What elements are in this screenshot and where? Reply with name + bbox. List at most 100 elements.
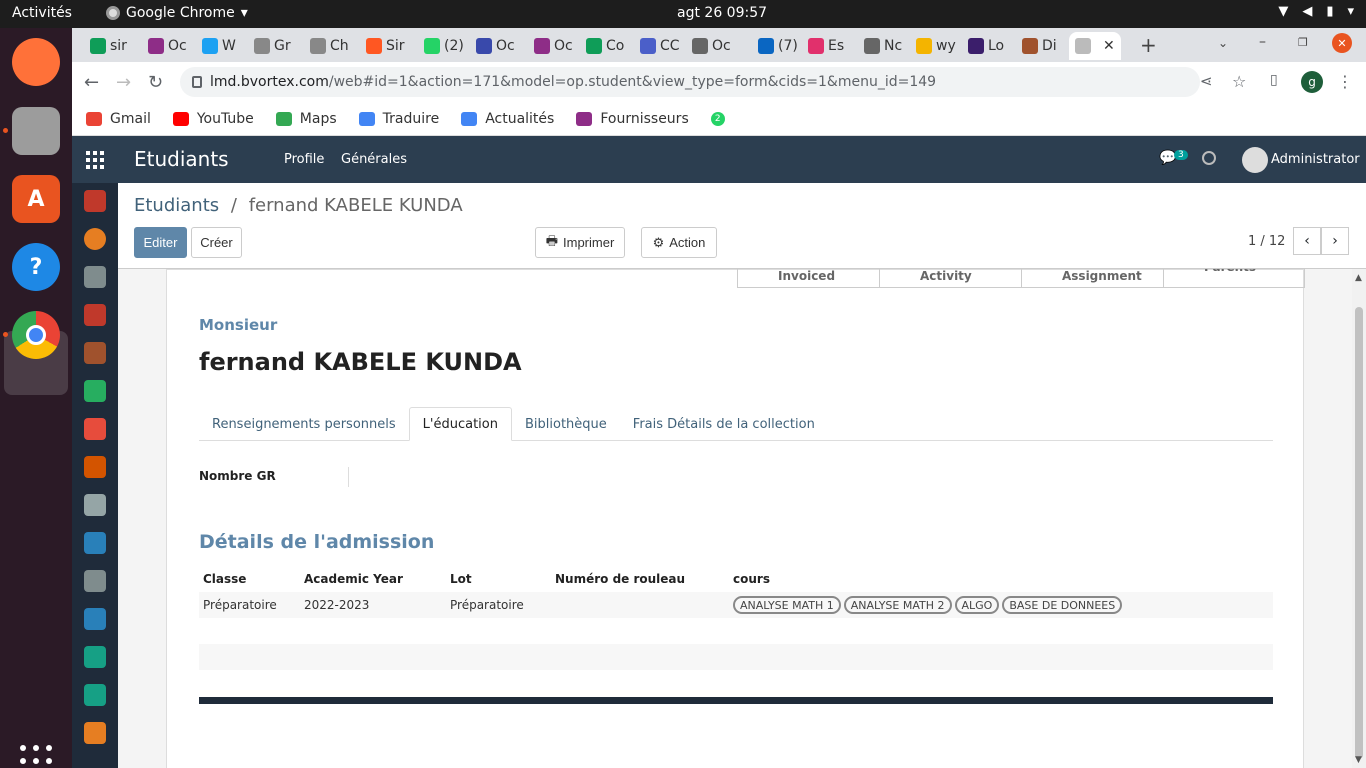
parents-app-icon[interactable] bbox=[84, 722, 106, 744]
course-tag[interactable]: ALGO bbox=[954, 596, 1000, 614]
team-app-icon[interactable] bbox=[84, 684, 106, 706]
browser-tab[interactable]: Sir bbox=[360, 32, 405, 60]
minimize-icon[interactable]: – bbox=[1259, 34, 1266, 50]
close-icon[interactable]: ✕ bbox=[1103, 38, 1115, 54]
window-close-icon[interactable]: ✕ bbox=[1332, 33, 1352, 53]
edit-button[interactable]: Editer bbox=[134, 227, 187, 258]
browser-tab[interactable]: CC bbox=[634, 32, 680, 60]
create-button[interactable]: Créer bbox=[191, 227, 242, 258]
activity-clock-icon[interactable] bbox=[1202, 151, 1216, 165]
chrome-icon[interactable] bbox=[12, 311, 60, 359]
browser-tab[interactable]: Oc bbox=[142, 32, 187, 60]
user-name[interactable]: Administrator bbox=[1271, 152, 1360, 167]
column-header-year[interactable]: Academic Year bbox=[304, 572, 450, 586]
browser-tab[interactable]: sir bbox=[84, 32, 127, 60]
profile-avatar[interactable]: g bbox=[1301, 71, 1323, 93]
menu-generales[interactable]: Générales bbox=[341, 152, 407, 167]
browser-tab[interactable]: W bbox=[196, 32, 236, 60]
bookmark-item[interactable]: Traduire bbox=[358, 111, 439, 127]
tab-library[interactable]: Bibliothèque bbox=[512, 407, 620, 441]
website-app-icon[interactable] bbox=[84, 228, 106, 250]
table-row[interactable]: Préparatoire 2022-2023 Préparatoire ANAL… bbox=[199, 592, 1273, 618]
calendar-app-icon[interactable] bbox=[84, 646, 106, 668]
system-clock[interactable]: agt 26 09:57 bbox=[677, 5, 767, 21]
side-panel-icon[interactable]: ▯ bbox=[1270, 72, 1278, 88]
document-app-icon[interactable] bbox=[84, 494, 106, 516]
address-bar[interactable]: lmd.bvortex.com/web#id=1&action=171&mode… bbox=[180, 67, 1200, 97]
hand-app-icon[interactable] bbox=[84, 532, 106, 554]
smart-button-activity[interactable]: Activity bbox=[879, 269, 1021, 288]
browser-tab[interactable]: Gr bbox=[248, 32, 291, 60]
smart-button-assignment[interactable]: Assignment bbox=[1021, 269, 1163, 288]
browser-tab[interactable]: Ch bbox=[304, 32, 349, 60]
browser-tab[interactable]: (7) bbox=[752, 32, 798, 60]
browser-tab[interactable]: wy bbox=[910, 32, 956, 60]
system-tray[interactable]: ▼ ◀ ▮ ▾ bbox=[1278, 4, 1354, 19]
course-tag[interactable]: ANALYSE MATH 1 bbox=[733, 596, 841, 614]
scroll-down-icon[interactable]: ▼ bbox=[1355, 755, 1362, 765]
bookmark-item[interactable]: YouTube bbox=[172, 111, 254, 127]
browser-tab[interactable]: Es bbox=[802, 32, 844, 60]
files-icon[interactable] bbox=[12, 107, 60, 155]
pager-next-button[interactable]: › bbox=[1321, 227, 1349, 255]
course-tag[interactable]: ANALYSE MATH 2 bbox=[843, 596, 952, 614]
scroll-up-icon[interactable]: ▲ bbox=[1355, 273, 1362, 283]
chat-app-icon[interactable] bbox=[84, 190, 106, 212]
app-menu[interactable]: Google Chrome ▾ bbox=[106, 5, 248, 21]
browser-tab[interactable]: (2) bbox=[418, 32, 464, 60]
student-title[interactable]: Monsieur bbox=[199, 316, 277, 334]
activities-button[interactable]: Activités bbox=[12, 5, 72, 21]
software-center-icon[interactable]: A bbox=[12, 175, 60, 223]
bookmark-item[interactable]: Gmail bbox=[86, 111, 151, 127]
bookmark-item[interactable]: Actualités bbox=[461, 111, 554, 127]
column-header-lot[interactable]: Lot bbox=[450, 572, 555, 586]
bookmark-item[interactable]: Fournisseurs bbox=[576, 111, 689, 127]
browser-tab[interactable]: Lo bbox=[962, 32, 1004, 60]
browser-tab[interactable]: Oc bbox=[686, 32, 731, 60]
maximize-icon[interactable]: ❐ bbox=[1298, 36, 1308, 49]
firefox-icon[interactable] bbox=[12, 38, 60, 86]
browser-tab[interactable]: Nc bbox=[858, 32, 902, 60]
form-scrollbar[interactable]: ▲ ▼ bbox=[1352, 269, 1366, 768]
cat-app-icon[interactable] bbox=[84, 266, 106, 288]
pager-previous-button[interactable]: ‹ bbox=[1293, 227, 1321, 255]
fees-app-icon[interactable] bbox=[84, 456, 106, 478]
menu-profile[interactable]: Profile bbox=[284, 152, 324, 167]
group-app-icon[interactable] bbox=[84, 380, 106, 402]
column-header-roll[interactable]: Numéro de rouleau bbox=[555, 572, 733, 586]
bookmark-item[interactable]: Maps bbox=[275, 111, 337, 127]
browser-tab[interactable]: Oc bbox=[528, 32, 573, 60]
tab-fees[interactable]: Frais Détails de la collection bbox=[620, 407, 828, 441]
more-menu-icon[interactable]: ⋮ bbox=[1337, 72, 1353, 91]
apps-menu-icon[interactable] bbox=[86, 151, 104, 169]
smart-button-parents[interactable]: Parents bbox=[1163, 269, 1305, 288]
student-name[interactable]: fernand KABELE KUNDA bbox=[199, 348, 522, 376]
browser-tab[interactable]: Di bbox=[1016, 32, 1057, 60]
tab-personal-info[interactable]: Renseignements personnels bbox=[199, 407, 409, 441]
new-tab-icon[interactable]: + bbox=[1140, 33, 1157, 57]
scrollbar-thumb[interactable] bbox=[1355, 307, 1363, 759]
back-icon[interactable]: ← bbox=[84, 72, 99, 93]
bookmark-star-icon[interactable]: ☆ bbox=[1232, 72, 1246, 91]
tab-education[interactable]: L'éducation bbox=[408, 407, 512, 441]
pager-value[interactable]: 1 / 12 bbox=[1248, 234, 1285, 249]
browser-tab[interactable]: Co bbox=[580, 32, 624, 60]
pencil-app-icon[interactable] bbox=[84, 570, 106, 592]
edit-app-icon[interactable] bbox=[84, 418, 106, 440]
app-brand[interactable]: Etudiants bbox=[134, 147, 229, 171]
action-button[interactable]: ⚙ Action bbox=[641, 227, 717, 258]
share-icon[interactable]: ⋖ bbox=[1200, 72, 1213, 90]
print-button[interactable]: 🖶 Imprimer bbox=[535, 227, 625, 258]
column-header-classe[interactable]: Classe bbox=[199, 572, 304, 586]
column-header-courses[interactable]: cours bbox=[733, 572, 1273, 586]
smart-button-invoiced[interactable]: Invoiced bbox=[737, 269, 879, 288]
tab-active[interactable]: ✕ bbox=[1069, 32, 1121, 60]
avatar[interactable] bbox=[1242, 147, 1268, 173]
gr-number-field[interactable] bbox=[348, 467, 349, 487]
browser-tab[interactable]: Oc bbox=[470, 32, 515, 60]
book-app-icon[interactable] bbox=[84, 608, 106, 630]
users-app-icon[interactable] bbox=[84, 304, 106, 326]
tab-search-icon[interactable]: ⌄ bbox=[1218, 36, 1228, 50]
show-applications-icon[interactable] bbox=[20, 745, 52, 768]
reload-icon[interactable]: ↻ bbox=[148, 72, 163, 93]
